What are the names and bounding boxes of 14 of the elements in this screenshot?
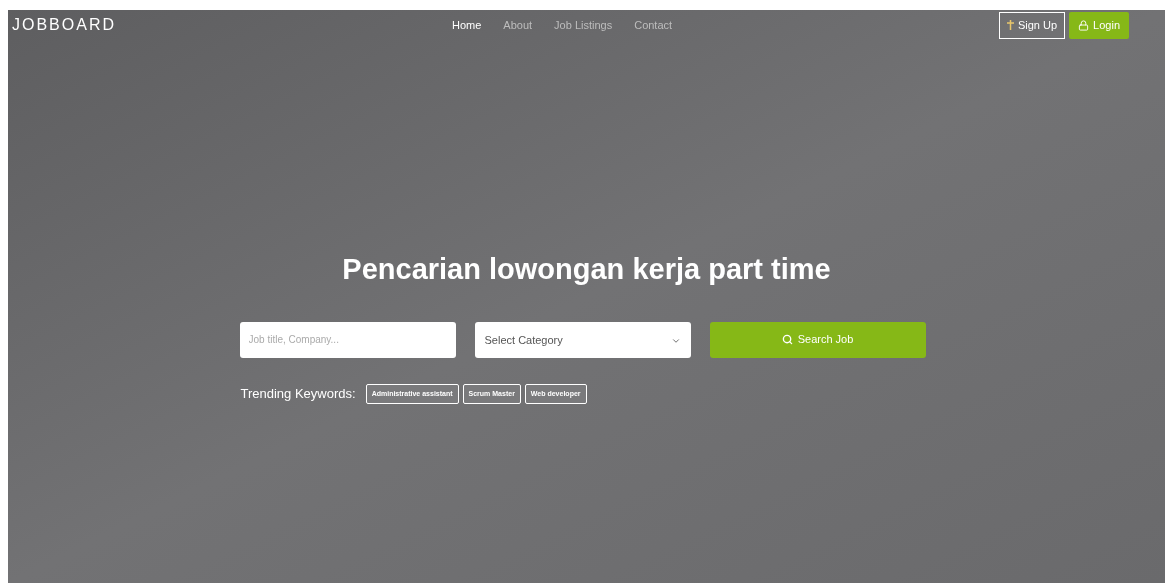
search-button[interactable]: Search Job [709,321,926,358]
nav-link[interactable]: About [503,16,533,34]
brand-logo[interactable]: JOBBOARD [12,13,452,37]
login-button[interactable]: Login [1069,11,1129,39]
nav-link[interactable]: Contact [634,16,673,34]
search-field[interactable]: Job title, Company... [239,321,456,358]
hero-title: Pencarian lowongan kerja part time [342,252,831,287]
signup-button[interactable]: Sign Up [998,11,1066,39]
search-icon [781,334,793,345]
nav-link[interactable]: Home [452,16,482,34]
trending-label: Trending Keywords: [240,385,356,403]
lock-icon [1078,19,1090,31]
nav-link[interactable]: Job Listings [554,16,613,34]
category-select[interactable]: Select Category [474,321,691,358]
